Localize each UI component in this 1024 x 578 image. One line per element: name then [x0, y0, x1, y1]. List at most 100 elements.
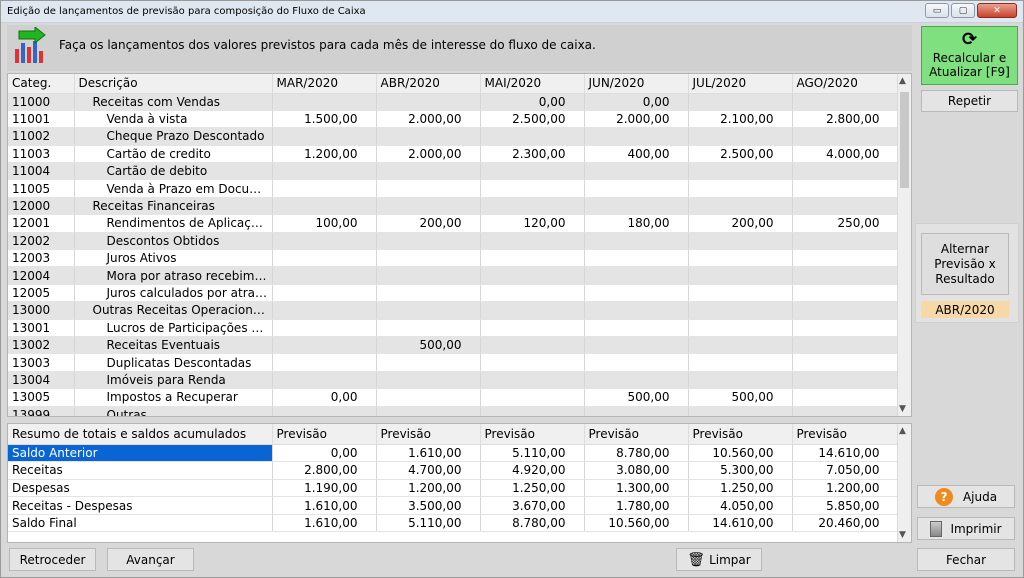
value-cell[interactable]: [584, 162, 689, 181]
value-cell[interactable]: [272, 232, 377, 251]
value-cell[interactable]: [480, 371, 585, 390]
value-cell[interactable]: [480, 179, 585, 198]
value-cell[interactable]: 2.000,00: [584, 110, 689, 129]
value-cell[interactable]: [584, 266, 689, 285]
value-cell[interactable]: [584, 179, 689, 198]
value-cell[interactable]: [480, 127, 585, 146]
value-cell[interactable]: 2.000,00: [376, 145, 481, 164]
value-cell[interactable]: [792, 388, 899, 407]
value-cell[interactable]: 180,00: [584, 214, 689, 233]
value-cell[interactable]: [480, 388, 585, 407]
value-cell[interactable]: [480, 249, 585, 268]
column-header[interactable]: JUN/2020: [584, 74, 689, 94]
table-row[interactable]: 13000 Outras Receitas Operacionais: [8, 301, 899, 320]
back-button[interactable]: Retroceder: [9, 548, 96, 571]
repeat-button[interactable]: Repetir: [921, 90, 1018, 112]
value-cell[interactable]: [792, 266, 899, 285]
value-cell[interactable]: 200,00: [376, 214, 481, 233]
value-cell[interactable]: 500,00: [584, 388, 689, 407]
value-cell[interactable]: [792, 162, 899, 181]
value-cell[interactable]: [688, 353, 793, 372]
value-cell[interactable]: [688, 301, 793, 320]
value-cell[interactable]: [792, 301, 899, 320]
value-cell[interactable]: 2.000,00: [376, 110, 481, 129]
value-cell[interactable]: [272, 319, 377, 337]
value-cell[interactable]: [480, 197, 585, 216]
scroll-down-icon[interactable]: ▼: [899, 404, 906, 414]
toggle-forecast-result-button[interactable]: Alternar Previsão x Resultado: [921, 233, 1009, 295]
value-cell[interactable]: [272, 266, 377, 285]
value-cell[interactable]: 2.500,00: [688, 145, 793, 164]
value-cell[interactable]: [480, 406, 585, 416]
column-header[interactable]: AGO/2020: [792, 74, 899, 94]
value-cell[interactable]: [792, 127, 899, 146]
value-cell[interactable]: [584, 301, 689, 320]
value-cell[interactable]: [792, 284, 899, 303]
value-cell[interactable]: [792, 179, 899, 198]
value-cell[interactable]: [480, 301, 585, 320]
value-cell[interactable]: 500,00: [688, 388, 793, 407]
value-cell[interactable]: [480, 336, 585, 355]
value-cell[interactable]: [688, 179, 793, 198]
value-cell[interactable]: [688, 127, 793, 146]
value-cell[interactable]: [272, 249, 377, 268]
value-cell[interactable]: 120,00: [480, 214, 585, 233]
value-cell[interactable]: [792, 406, 899, 416]
close-window-button[interactable]: ✕: [977, 3, 1017, 18]
column-header[interactable]: Categ.: [8, 74, 75, 94]
value-cell[interactable]: 4.000,00: [792, 145, 899, 164]
value-cell[interactable]: [376, 232, 481, 251]
value-cell[interactable]: [688, 336, 793, 355]
table-row[interactable]: 11004 Cartão de debito: [8, 162, 899, 181]
value-cell[interactable]: [688, 197, 793, 216]
summary-scroll-down-icon[interactable]: ▼: [899, 530, 906, 540]
table-row[interactable]: 13999 Outras: [8, 406, 899, 416]
maximize-button[interactable]: ▢: [951, 3, 975, 18]
value-cell[interactable]: [480, 353, 585, 372]
value-cell[interactable]: [480, 266, 585, 285]
value-cell[interactable]: [688, 232, 793, 251]
column-header[interactable]: ABR/2020: [376, 74, 481, 94]
table-row[interactable]: 13004 Imóveis para Renda: [8, 371, 899, 390]
table-row[interactable]: 11001 Venda à vista 1.500,00 2.000,00 2.500,…: [8, 110, 899, 129]
value-cell[interactable]: [272, 371, 377, 390]
table-row[interactable]: 12000 Receitas Financeiras: [8, 197, 899, 216]
value-cell[interactable]: 200,00: [688, 214, 793, 233]
value-cell[interactable]: [792, 232, 899, 251]
value-cell[interactable]: [584, 249, 689, 268]
print-button[interactable]: Imprimir: [917, 517, 1015, 540]
table-row[interactable]: 11002 Cheque Prazo Descontado: [8, 127, 899, 146]
summary-row[interactable]: Despesas 1.190,00 1.200,00 1.250,00 1.300,00…: [8, 479, 899, 498]
table-row[interactable]: 12001Rendimentos de Aplicações Financeir…: [8, 214, 899, 233]
table-row[interactable]: 13005 Impostos a Recuperar 0,00 500,00 500,0…: [8, 388, 899, 407]
value-cell[interactable]: [792, 319, 899, 337]
value-cell[interactable]: [688, 249, 793, 268]
value-cell[interactable]: 2.100,00: [688, 110, 793, 129]
value-cell[interactable]: [792, 197, 899, 216]
value-cell[interactable]: [376, 127, 481, 146]
value-cell[interactable]: [584, 284, 689, 303]
value-cell[interactable]: [272, 301, 377, 320]
value-cell[interactable]: [272, 353, 377, 372]
value-cell[interactable]: [272, 127, 377, 146]
forward-button[interactable]: Avançar: [107, 548, 194, 571]
summary-vertical-scrollbar[interactable]: ▲ ▼: [897, 424, 911, 542]
summary-row[interactable]: Receitas 2.800,00 4.700,00 4.920,00 3.080,00…: [8, 461, 899, 480]
column-header[interactable]: JUL/2020: [688, 74, 793, 94]
value-cell[interactable]: [272, 179, 377, 198]
table-row[interactable]: 11005Venda à Prazo em Documentos: [8, 179, 899, 198]
value-cell[interactable]: [688, 406, 793, 416]
value-cell[interactable]: [480, 232, 585, 251]
value-cell[interactable]: [376, 266, 481, 285]
value-cell[interactable]: [584, 319, 689, 337]
value-cell[interactable]: [480, 284, 585, 303]
value-cell[interactable]: 500,00: [376, 336, 481, 355]
summary-label-cell[interactable]: Despesas: [8, 479, 273, 498]
summary-row[interactable]: Saldo Final 1.610,00 5.110,00 8.780,00 10.56…: [8, 514, 899, 533]
value-cell[interactable]: [688, 93, 793, 111]
value-cell[interactable]: [480, 319, 585, 337]
value-cell[interactable]: 250,00: [792, 214, 899, 233]
value-cell[interactable]: 0,00: [480, 93, 585, 111]
value-cell[interactable]: [272, 336, 377, 355]
table-row[interactable]: 12003 Juros Ativos: [8, 249, 899, 268]
